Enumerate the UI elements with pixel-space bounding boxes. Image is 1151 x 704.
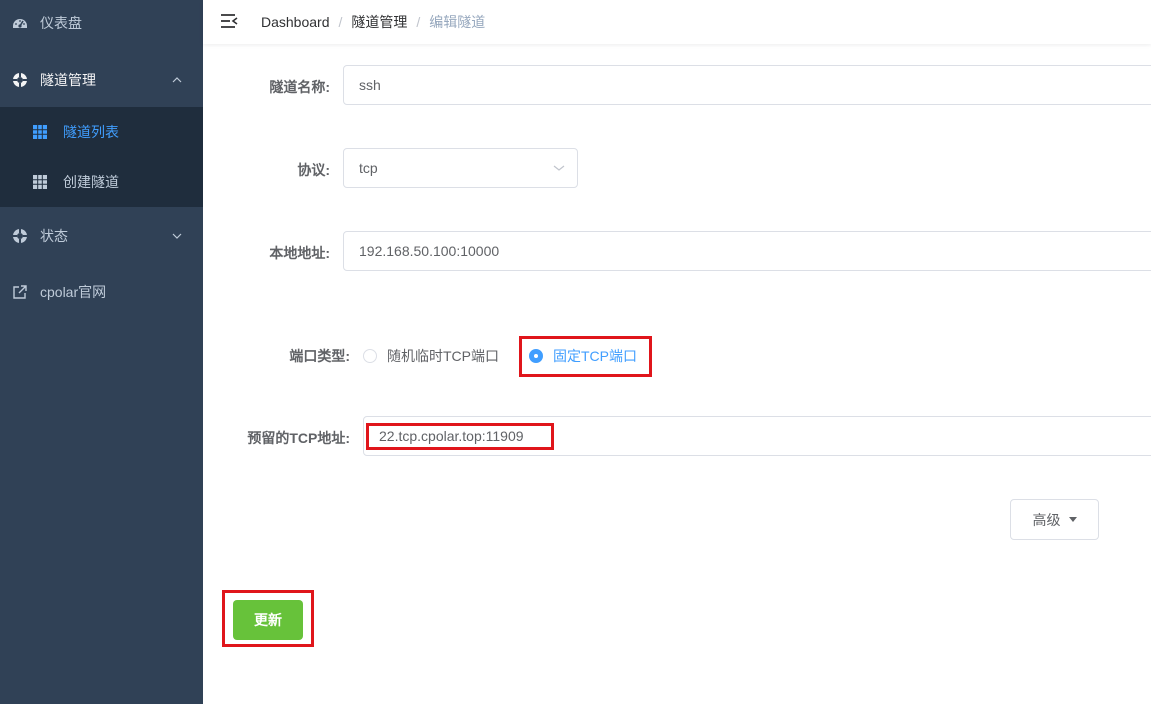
breadcrumb: Dashboard / 隧道管理 / 编辑隧道 [261, 12, 485, 32]
sidebar: 仪表盘 隧道管理 隧道列表 创建隧道 状态 cpolar官网 [0, 0, 203, 704]
tunnel-name-input[interactable]: ssh [343, 65, 1151, 105]
protocol-select-value: tcp [359, 160, 378, 176]
sidebar-item-label: 隧道管理 [40, 72, 96, 88]
caret-down-icon [1068, 517, 1077, 522]
highlight-box-port-type [519, 336, 652, 377]
lifebuoy-icon [12, 72, 28, 88]
sidebar-item-dashboard[interactable]: 仪表盘 [0, 0, 203, 51]
advanced-button[interactable]: 高级 [1010, 499, 1099, 540]
external-link-icon [12, 284, 28, 300]
chevron-down-icon [553, 165, 565, 171]
chevron-down-icon [172, 233, 182, 239]
sidebar-item-status[interactable]: 状态 [0, 208, 203, 264]
tunnel-name-label: 隧道名称: [269, 79, 330, 95]
local-address-label: 本地地址: [269, 245, 330, 261]
grid-icon [33, 175, 47, 189]
highlight-box-reserved-address [366, 423, 554, 450]
sidebar-item-tunnel-list[interactable]: 隧道列表 [0, 107, 203, 157]
sidebar-item-official-site[interactable]: cpolar官网 [0, 264, 203, 320]
advanced-label: 高级 [1032, 511, 1061, 528]
chevron-up-icon [172, 77, 182, 83]
sidebar-item-label: 隧道列表 [63, 124, 119, 140]
radio-circle [363, 349, 377, 363]
radio-label: 随机临时TCP端口 [387, 348, 499, 364]
local-address-input[interactable]: 192.168.50.100:10000 [343, 231, 1151, 271]
navbar: Dashboard / 隧道管理 / 编辑隧道 [203, 0, 1151, 44]
breadcrumb-item-dashboard[interactable]: Dashboard [261, 14, 330, 30]
breadcrumb-item-edit-tunnel: 编辑隧道 [429, 14, 486, 30]
breadcrumb-item-tunnel-management[interactable]: 隧道管理 [351, 12, 407, 32]
breadcrumb-separator: / [416, 14, 421, 30]
sidebar-item-label: cpolar官网 [40, 284, 107, 300]
protocol-label: 协议: [297, 162, 330, 178]
breadcrumb-separator: / [338, 14, 343, 30]
sidebar-item-label: 创建隧道 [63, 174, 119, 190]
highlight-box-update [222, 590, 314, 647]
lifebuoy-icon [12, 228, 28, 244]
sidebar-item-tunnel-management[interactable]: 隧道管理 [0, 52, 203, 108]
sidebar-item-create-tunnel[interactable]: 创建隧道 [0, 157, 203, 207]
hamburger-icon[interactable] [219, 11, 239, 31]
grid-icon [33, 125, 47, 139]
sidebar-item-label: 仪表盘 [40, 15, 82, 31]
radio-random-tcp-port[interactable]: 随机临时TCP端口 [363, 346, 499, 366]
sidebar-item-label: 状态 [40, 228, 68, 244]
dashboard-icon [12, 15, 28, 31]
reserved-tcp-address-label: 预留的TCP地址: [247, 430, 350, 446]
port-type-label: 端口类型: [289, 348, 350, 364]
protocol-select[interactable]: tcp [343, 148, 578, 188]
